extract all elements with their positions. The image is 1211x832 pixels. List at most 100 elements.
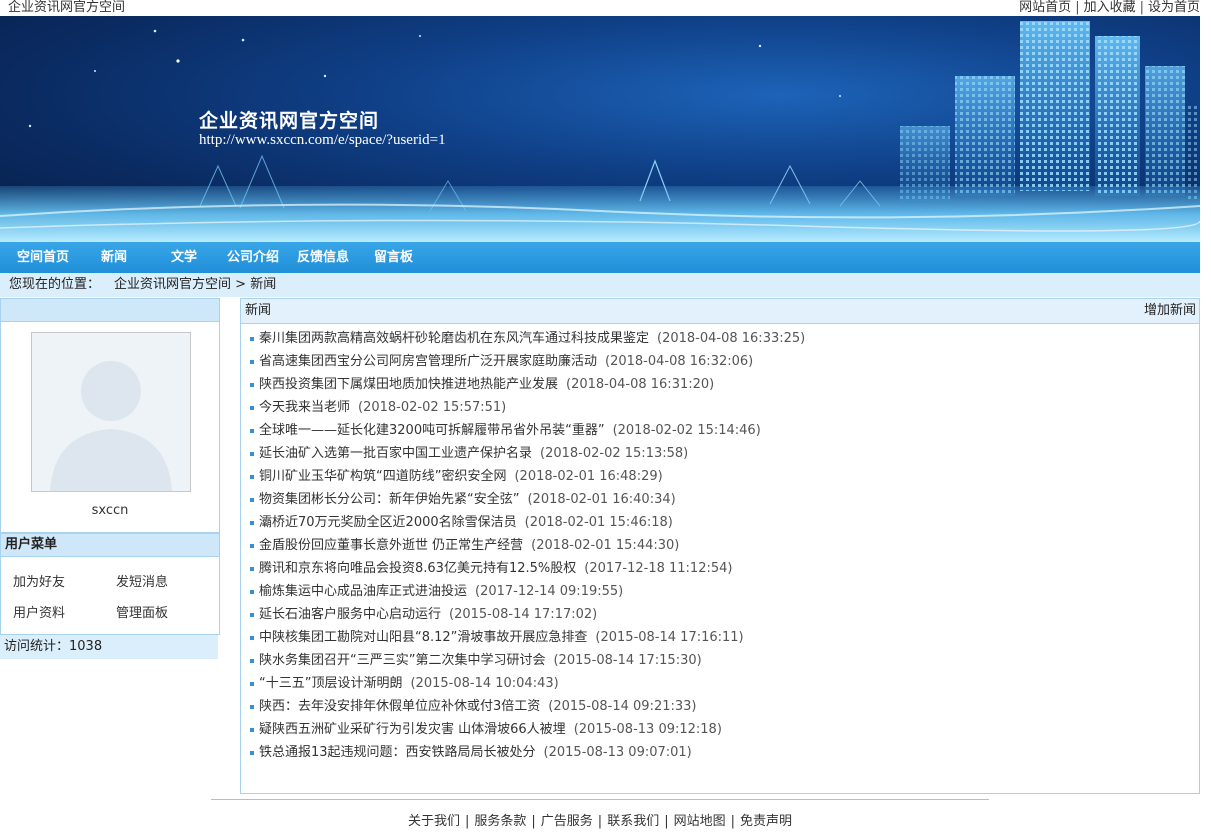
footer-link-terms[interactable]: 服务条款 xyxy=(474,814,526,829)
news-panel-title: 新闻 xyxy=(245,303,272,318)
news-item: 中陕核集团工勘院对山阳县“8.12”滑坡事故开展应急排查 (2015-08-14 … xyxy=(241,626,1199,649)
top-bar: 企业资讯网官方空间 网站首页 | 加入收藏 | 设为首页 xyxy=(0,0,1211,16)
visit-stats: 访问统计：1038 xyxy=(0,635,218,659)
bullet-icon xyxy=(250,659,254,663)
menu-admin-panel[interactable]: 管理面板 xyxy=(116,602,168,621)
footer-link-about[interactable]: 关于我们 xyxy=(408,814,460,829)
news-date: (2018-02-01 15:46:18) xyxy=(524,515,673,530)
top-separator: | xyxy=(1139,0,1144,15)
news-item: 物资集团彬长分公司：新年伊始先紧“安全弦” (2018-02-01 16:40:3… xyxy=(241,488,1199,511)
news-title-link[interactable]: 铜川矿业玉华矿构筑“四道防线”密织安全网 xyxy=(259,469,506,484)
user-silhouette-icon xyxy=(50,361,172,491)
news-date: (2018-04-08 16:31:20) xyxy=(566,377,715,392)
news-title-link[interactable]: 疑陕西五洲矿业采矿行为引发灾害 山体滑坡66人被埋 xyxy=(259,722,566,737)
news-title-link[interactable]: 金盾股份回应董事长意外逝世 仍正常生产经营 xyxy=(259,538,523,553)
top-link-bookmark[interactable]: 加入收藏 xyxy=(1084,0,1136,15)
news-title-link[interactable]: 陕西：去年没安排年休假单位应补休或付3倍工资 xyxy=(259,699,540,714)
breadcrumb-lead: 您现在的位置： xyxy=(9,277,101,292)
menu-send-message[interactable]: 发短消息 xyxy=(116,571,168,590)
footer-link-ads[interactable]: 广告服务 xyxy=(541,814,593,829)
menu-add-friend[interactable]: 加为好友 xyxy=(13,571,65,590)
news-item: 今天我来当老师 (2018-02-02 15:57:51) xyxy=(241,396,1199,419)
avatar[interactable] xyxy=(31,332,191,492)
visit-stats-count: 1038 xyxy=(69,639,103,654)
profile-box-header xyxy=(1,299,219,322)
footer-link-contact[interactable]: 联系我们 xyxy=(607,814,659,829)
footer-separator: | xyxy=(730,814,735,829)
news-item: 陕水务集团召开“三严三实”第二次集中学习研讨会 (2015-08-14 17:15… xyxy=(241,649,1199,672)
add-news-link[interactable]: 增加新闻 xyxy=(1144,299,1196,323)
breadcrumb-home-link[interactable]: 企业资讯网官方空间 xyxy=(114,277,231,292)
footer-divider xyxy=(211,799,989,800)
bullet-icon xyxy=(250,613,254,617)
main-nav: 空间首页 新闻 文学 公司介绍 反馈信息 留言板 xyxy=(0,242,1200,273)
news-title-link[interactable]: “十三五”顶层设计渐明朗 xyxy=(259,676,402,691)
top-site-name: 企业资讯网官方空间 xyxy=(8,0,126,15)
nav-item-literature[interactable]: 文学 xyxy=(171,242,197,273)
news-item: 省高速集团西宝分公司阿房宫管理所广泛开展家庭助廉活动 (2018-04-08 16… xyxy=(241,350,1199,373)
nav-item-company-intro[interactable]: 公司介绍 xyxy=(227,242,279,273)
top-link-set-homepage[interactable]: 设为首页 xyxy=(1148,0,1200,15)
news-list: 秦川集团两款高精高效蜗杆砂轮磨齿机在东风汽车通过科技成果鉴定 (2018-04-0… xyxy=(241,327,1199,764)
footer-separator: | xyxy=(597,814,603,829)
banner-city-graphic xyxy=(0,21,1200,242)
footer-link-sitemap[interactable]: 网站地图 xyxy=(674,814,726,829)
bullet-icon xyxy=(250,475,254,479)
news-title-link[interactable]: 陕水务集团召开“三严三实”第二次集中学习研讨会 xyxy=(259,653,545,668)
nav-item-guestbook[interactable]: 留言板 xyxy=(374,242,413,273)
news-title-link[interactable]: 延长油矿入选第一批百家中国工业遗产保护名录 xyxy=(259,446,532,461)
news-item: 秦川集团两款高精高效蜗杆砂轮磨齿机在东风汽车通过科技成果鉴定 (2018-04-0… xyxy=(241,327,1199,350)
bullet-icon xyxy=(250,636,254,640)
news-title-link[interactable]: 全球唯一——延长化建3200吨可拆解履带吊省外吊装“重器” xyxy=(259,423,605,438)
news-item: 延长油矿入选第一批百家中国工业遗产保护名录 (2018-02-02 15:13:5… xyxy=(241,442,1199,465)
news-title-link[interactable]: 今天我来当老师 xyxy=(259,400,350,415)
news-date: (2015-08-14 17:15:30) xyxy=(553,653,702,668)
news-date: (2018-04-08 16:32:06) xyxy=(605,354,754,369)
news-item: 腾讯和京东将向唯品会投资8.63亿美元持有12.5%股权 (2017-12-18 … xyxy=(241,557,1199,580)
bullet-icon xyxy=(250,429,254,433)
news-date: (2018-02-01 16:40:34) xyxy=(527,492,676,507)
nav-item-news[interactable]: 新闻 xyxy=(101,242,127,273)
news-title-link[interactable]: 灞桥近70万元奖励全区近2000名除雪保洁员 xyxy=(259,515,517,530)
news-title-link[interactable]: 秦川集团两款高精高效蜗杆砂轮磨齿机在东风汽车通过科技成果鉴定 xyxy=(259,331,649,346)
bullet-icon xyxy=(250,498,254,502)
news-title-link[interactable]: 省高速集团西宝分公司阿房宫管理所广泛开展家庭助廉活动 xyxy=(259,354,597,369)
footer-separator: | xyxy=(531,814,536,829)
news-panel: 新闻 增加新闻 秦川集团两款高精高效蜗杆砂轮磨齿机在东风汽车通过科技成果鉴定 (2… xyxy=(240,298,1200,794)
bullet-icon xyxy=(250,728,254,732)
bullet-icon xyxy=(250,544,254,548)
nav-item-space-home[interactable]: 空间首页 xyxy=(17,242,69,273)
banner: 企业资讯网官方空间 http://www.sxccn.com/e/space/?… xyxy=(0,16,1200,242)
news-date: (2015-08-14 17:16:11) xyxy=(595,630,744,645)
nav-item-feedback[interactable]: 反馈信息 xyxy=(297,242,349,273)
news-title-link[interactable]: 中陕核集团工勘院对山阳县“8.12”滑坡事故开展应急排查 xyxy=(259,630,587,645)
news-title-link[interactable]: 腾讯和京东将向唯品会投资8.63亿美元持有12.5%股权 xyxy=(259,561,576,576)
visit-stats-label: 访问统计： xyxy=(4,639,70,654)
banner-title: 企业资讯网官方空间 xyxy=(199,110,380,132)
bullet-icon xyxy=(250,682,254,686)
news-title-link[interactable]: 陕西投资集团下属煤田地质加快推进地热能产业发展 xyxy=(259,377,558,392)
news-date: (2018-04-08 16:33:25) xyxy=(657,331,806,346)
news-date: (2015-08-14 10:04:43) xyxy=(410,676,559,691)
banner-url: http://www.sxccn.com/e/space/?userid=1 xyxy=(199,132,446,148)
bullet-icon xyxy=(250,751,254,755)
news-item: 金盾股份回应董事长意外逝世 仍正常生产经营 (2018-02-01 15:44:3… xyxy=(241,534,1199,557)
news-title-link[interactable]: 物资集团彬长分公司：新年伊始先紧“安全弦” xyxy=(259,492,519,507)
news-title-link[interactable]: 铁总通报13起违规问题：西安铁路局局长被处分 xyxy=(259,745,536,760)
footer-link-disclaimer[interactable]: 免责声明 xyxy=(740,814,792,829)
menu-user-profile[interactable]: 用户资料 xyxy=(13,602,65,621)
news-title-link[interactable]: 榆炼集运中心成品油库正式进油投运 xyxy=(259,584,467,599)
breadcrumb-separator: > xyxy=(235,277,247,292)
news-item: 榆炼集运中心成品油库正式进油投运 (2017-12-14 09:19:55) xyxy=(241,580,1199,603)
news-title-link[interactable]: 延长石油客户服务中心启动运行 xyxy=(259,607,441,622)
top-link-home[interactable]: 网站首页 xyxy=(1019,0,1071,15)
user-menu-box: 用户菜单 加为好友 发短消息 用户资料 管理面板 xyxy=(0,533,220,635)
news-date: (2015-08-13 09:12:18) xyxy=(573,722,722,737)
profile-username: sxccn xyxy=(91,503,129,518)
bullet-icon xyxy=(250,590,254,594)
news-item: 铁总通报13起违规问题：西安铁路局局长被处分 (2015-08-13 09:07:… xyxy=(241,741,1199,764)
news-item: 疑陕西五洲矿业采矿行为引发灾害 山体滑坡66人被埋 (2015-08-13 09:… xyxy=(241,718,1199,741)
footer: 关于我们 | 服务条款 | 广告服务 | 联系我们 | 网站地图 | 免责声明 xyxy=(0,812,1200,832)
news-panel-header: 新闻 增加新闻 xyxy=(241,299,1199,324)
news-date: (2015-08-13 09:07:01) xyxy=(543,745,692,760)
